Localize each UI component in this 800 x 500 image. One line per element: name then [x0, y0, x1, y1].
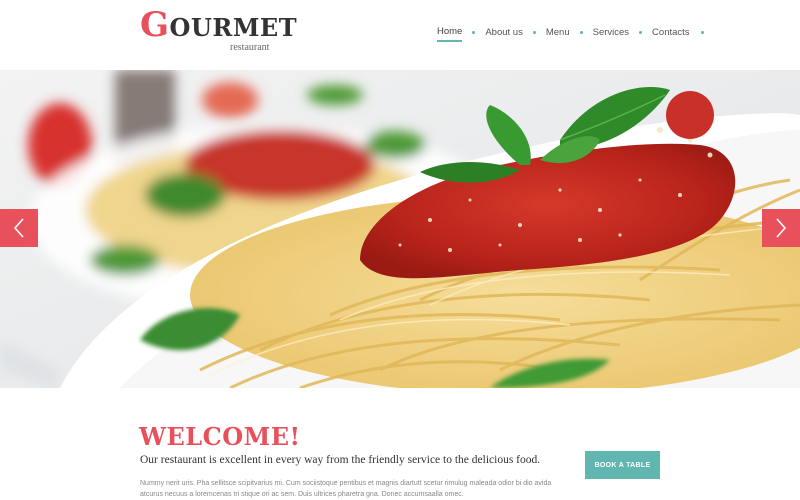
- nav-item-contacts[interactable]: Contacts: [652, 27, 690, 41]
- nav-separator-dot: [472, 30, 476, 34]
- chevron-right-icon: [776, 218, 787, 238]
- welcome-section: WELCOME! Our restaurant is excellent in …: [0, 388, 800, 500]
- nav-item-about[interactable]: About us: [485, 27, 523, 41]
- slider-prev-button[interactable]: [0, 209, 38, 247]
- book-a-table-button[interactable]: BOOK A TABLE: [585, 451, 660, 479]
- hero-image: [0, 70, 800, 388]
- nav-separator-dot: [639, 30, 643, 34]
- logo-initial: G: [140, 5, 170, 45]
- chevron-left-icon: [13, 218, 24, 238]
- nav-separator-dot: [700, 30, 704, 34]
- slider-next-button[interactable]: [762, 209, 800, 247]
- body-text: Nummy nerit uris. Pha sellitsce scipitva…: [140, 480, 552, 498]
- main-nav: Home About us Menu Services Contacts: [437, 26, 714, 42]
- hero-slider: [0, 70, 800, 388]
- logo-subtitle: restaurant: [230, 42, 270, 53]
- logo-rest: OURMET: [169, 13, 298, 42]
- intro-text: Our restaurant is excellent in every way…: [140, 454, 541, 466]
- logo-text: GOURMET: [140, 8, 297, 42]
- nav-separator-dot: [579, 30, 583, 34]
- site-header: GOURMET restaurant Home About us Menu Se…: [0, 0, 800, 70]
- nav-item-home[interactable]: Home: [437, 26, 463, 42]
- nav-item-menu[interactable]: Menu: [546, 27, 570, 41]
- nav-separator-dot: [532, 30, 536, 34]
- nav-item-services[interactable]: Services: [593, 27, 629, 41]
- welcome-title: WELCOME!: [139, 422, 301, 451]
- logo[interactable]: GOURMET restaurant: [140, 8, 297, 53]
